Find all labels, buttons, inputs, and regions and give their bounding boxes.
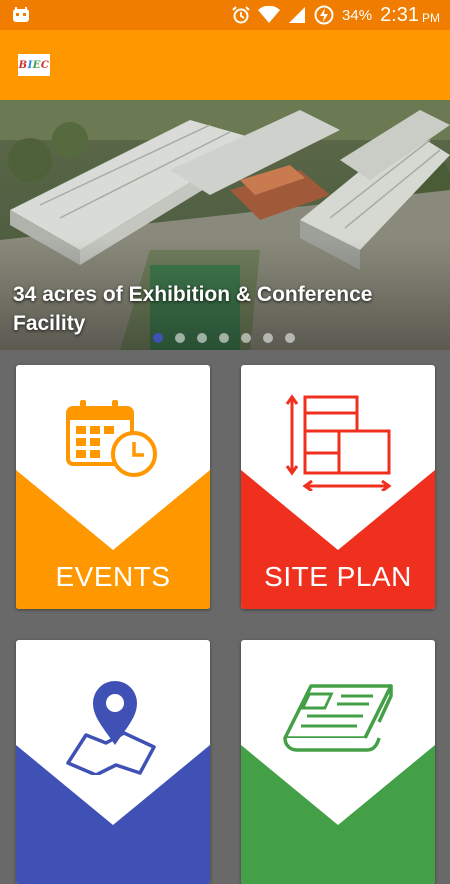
clock-ampm: PM: [422, 10, 440, 25]
hero-carousel[interactable]: 34 acres of Exhibition & Conference Faci…: [0, 100, 450, 350]
site-plan-tile[interactable]: SITE PLAN: [241, 365, 435, 609]
clock-time: 2:31: [380, 3, 419, 26]
map-pin-icon: [66, 681, 156, 775]
carousel-dot[interactable]: [263, 333, 273, 343]
events-label: EVENTS: [55, 561, 171, 592]
carousel-caption: 34 acres of Exhibition & Conference Faci…: [13, 283, 373, 335]
events-tile[interactable]: EVENTS: [16, 365, 210, 609]
site-plan-label: SITE PLAN: [264, 561, 412, 592]
carousel-dot[interactable]: [285, 333, 295, 343]
carousel-dot[interactable]: [197, 333, 207, 343]
news-tile[interactable]: [241, 640, 435, 884]
status-bar: 34% 2:31 PM: [0, 0, 450, 30]
calendar-clock-icon: [66, 400, 157, 477]
carousel-dot[interactable]: [153, 333, 163, 343]
battery-charging-icon: [314, 5, 334, 25]
location-tile[interactable]: [16, 640, 210, 884]
battery-percent: 34%: [342, 6, 373, 24]
floor-plan-icon: [285, 394, 392, 491]
carousel-dot[interactable]: [175, 333, 185, 343]
newspaper-icon: [283, 684, 393, 752]
signal-icon: [289, 7, 306, 23]
biec-logo[interactable]: BIEC: [18, 54, 50, 76]
android-app-icon: [13, 7, 29, 22]
tile-chevron-shape: [241, 745, 435, 884]
app-bar: BIEC: [0, 30, 450, 100]
wifi-icon: [258, 6, 281, 23]
carousel-dot[interactable]: [219, 333, 229, 343]
alarm-icon: [232, 6, 250, 24]
carousel-indicator: [153, 333, 295, 343]
carousel-dot[interactable]: [241, 333, 251, 343]
